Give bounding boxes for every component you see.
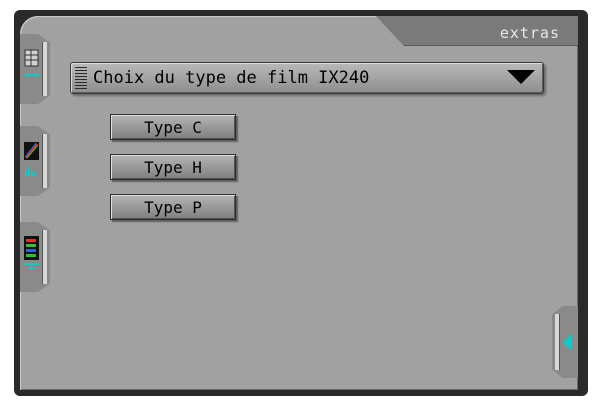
type-h-button[interactable]: Type H <box>110 154 236 180</box>
grip-icon <box>75 67 87 89</box>
extras-tab-label: extras <box>499 24 560 42</box>
color-histogram-icon <box>24 142 39 176</box>
collapse-panel-tab[interactable] <box>552 306 578 378</box>
chevron-down-icon <box>507 70 535 84</box>
side-tab-film[interactable] <box>20 34 50 104</box>
film-frame-icon <box>24 49 39 78</box>
main-panel: extras Choix du type de film IX240 Type … <box>20 16 578 390</box>
type-p-button[interactable]: Type P <box>110 194 236 220</box>
type-c-button[interactable]: Type C <box>110 114 236 140</box>
film-type-dropdown-label: Choix du type de film IX240 <box>93 68 370 88</box>
side-tab-color[interactable] <box>20 126 50 196</box>
side-tab-levels[interactable] <box>20 222 50 292</box>
film-type-dropdown[interactable]: Choix du type de film IX240 <box>70 62 544 94</box>
color-levels-icon <box>24 236 39 271</box>
extras-tab[interactable]: extras <box>376 16 578 46</box>
app-window: extras Choix du type de film IX240 Type … <box>14 10 588 396</box>
collapse-left-arrow-icon <box>562 333 572 351</box>
